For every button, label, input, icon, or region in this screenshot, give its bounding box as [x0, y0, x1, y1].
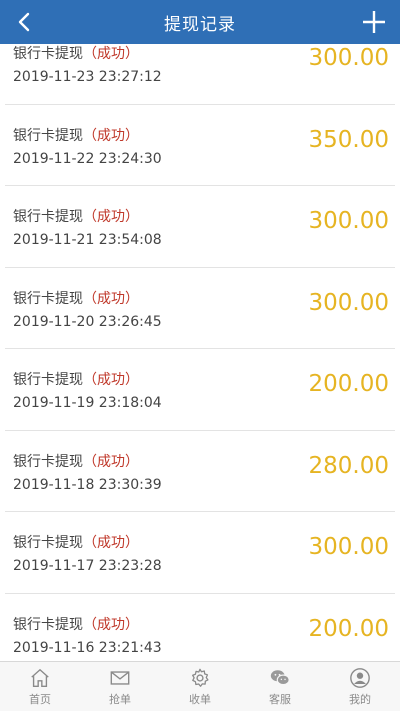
record-amount: 350.00: [308, 126, 389, 153]
status-badge: （成功）: [83, 290, 139, 307]
tab-grab-order[interactable]: 抢单: [80, 662, 160, 711]
record-type: 银行卡提现: [13, 209, 83, 225]
list-item[interactable]: 银行卡提现（成功） 2019-11-23 23:27:12 300.00: [5, 44, 395, 105]
add-button[interactable]: [360, 8, 388, 36]
record-description: 银行卡提现（成功）: [13, 369, 139, 389]
tab-home[interactable]: 首页: [0, 662, 80, 711]
record-description: 银行卡提现（成功）: [13, 532, 139, 552]
record-description: 银行卡提现（成功）: [13, 614, 139, 634]
tab-label: 客服: [269, 692, 291, 706]
tab-customer-service[interactable]: 客服: [240, 662, 320, 711]
list-item[interactable]: 银行卡提现（成功） 2019-11-21 23:54:08 300.00: [5, 186, 395, 268]
tab-label: 收单: [189, 692, 211, 706]
user-icon: [350, 667, 370, 688]
list-item[interactable]: 银行卡提现（成功） 2019-11-17 23:23:28 300.00: [5, 512, 395, 594]
top-nav-bar: 提现记录: [0, 0, 400, 44]
record-description: 银行卡提现（成功）: [13, 288, 139, 308]
record-type: 银行卡提现: [13, 535, 83, 551]
list-item[interactable]: 银行卡提现（成功） 2019-11-19 23:18:04 200.00: [5, 349, 395, 431]
tab-receive-order[interactable]: 收单: [160, 662, 240, 711]
mail-icon: [110, 670, 130, 685]
list-item[interactable]: 银行卡提现（成功） 2019-11-18 23:30:39 280.00: [5, 431, 395, 512]
plus-icon: [363, 11, 385, 33]
status-badge: （成功）: [83, 372, 139, 388]
bottom-tab-bar: 首页 抢单 收单 客服 我的: [0, 661, 400, 711]
record-time: 2019-11-20 23:26:45: [13, 313, 162, 330]
record-time: 2019-11-18 23:30:39: [13, 476, 162, 493]
tab-label: 抢单: [109, 692, 131, 706]
record-amount: 300.00: [308, 45, 389, 71]
record-time: 2019-11-23 23:27:12: [13, 69, 162, 85]
record-amount: 200.00: [308, 615, 389, 642]
chevron-left-icon: [18, 12, 30, 32]
record-description: 银行卡提现（成功）: [13, 206, 139, 226]
list-item[interactable]: 银行卡提现（成功） 2019-11-22 23:24:30 350.00: [5, 105, 395, 186]
record-time: 2019-11-17 23:23:28: [13, 558, 162, 574]
record-description: 银行卡提现（成功）: [13, 125, 139, 145]
back-button[interactable]: [10, 8, 38, 36]
record-type: 银行卡提现: [13, 372, 83, 388]
list-item[interactable]: 银行卡提现（成功） 2019-11-16 23:21:43 200.00: [5, 594, 395, 662]
tab-label: 我的: [349, 692, 371, 706]
record-time: 2019-11-19 23:18:04: [13, 395, 162, 411]
status-badge: （成功）: [83, 127, 139, 144]
page-title: 提现记录: [164, 14, 236, 35]
home-icon: [31, 668, 49, 687]
record-type: 银行卡提现: [13, 616, 83, 633]
tab-label: 首页: [29, 692, 51, 706]
record-type: 银行卡提现: [13, 46, 83, 62]
record-type: 银行卡提现: [13, 290, 83, 307]
record-time: 2019-11-22 23:24:30: [13, 150, 162, 167]
record-time: 2019-11-16 23:21:43: [13, 639, 162, 656]
record-time: 2019-11-21 23:54:08: [13, 232, 162, 248]
chat-icon: [270, 669, 290, 685]
record-amount: 300.00: [308, 208, 389, 234]
record-amount: 300.00: [308, 534, 389, 560]
tab-profile[interactable]: 我的: [320, 662, 400, 711]
gear-icon: [192, 668, 209, 687]
status-badge: （成功）: [83, 46, 139, 62]
record-type: 银行卡提现: [13, 127, 83, 144]
status-badge: （成功）: [83, 535, 139, 551]
record-description: 银行卡提现（成功）: [13, 44, 139, 63]
status-badge: （成功）: [83, 209, 139, 225]
record-description: 银行卡提现（成功）: [13, 451, 139, 471]
record-amount: 200.00: [308, 371, 389, 397]
withdrawal-list[interactable]: 银行卡提现（成功） 2019-11-23 23:27:12 300.00 银行卡…: [0, 44, 400, 661]
record-amount: 300.00: [308, 289, 389, 316]
record-amount: 280.00: [308, 452, 389, 479]
status-badge: （成功）: [83, 616, 139, 633]
list-item[interactable]: 银行卡提现（成功） 2019-11-20 23:26:45 300.00: [5, 268, 395, 349]
status-badge: （成功）: [83, 453, 139, 470]
record-type: 银行卡提现: [13, 453, 83, 470]
